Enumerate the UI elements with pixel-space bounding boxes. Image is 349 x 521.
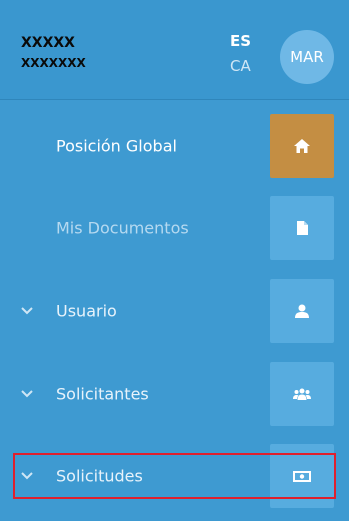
- menu-item-label: Usuario: [56, 301, 117, 321]
- menu-item-posicion-global[interactable]: Posición Global: [0, 111, 349, 181]
- chevron-down-icon: [20, 304, 34, 318]
- money-icon: [293, 470, 311, 482]
- home-icon: [294, 139, 310, 153]
- menu-item-label: Solicitantes: [56, 384, 149, 404]
- applicants-button[interactable]: [270, 362, 334, 426]
- document-icon: [296, 221, 308, 235]
- chevron-down-icon: [20, 469, 34, 483]
- sidebar-menu: Posición Global Mis Documentos Usuario S…: [0, 100, 349, 521]
- requests-button[interactable]: [270, 444, 334, 508]
- avatar[interactable]: MAR: [280, 30, 334, 84]
- chevron-down-icon: [20, 387, 34, 401]
- users-icon: [293, 388, 311, 400]
- user-name-secondary: XXXXXXX: [21, 56, 86, 70]
- menu-item-mis-documentos[interactable]: Mis Documentos: [0, 193, 349, 263]
- menu-item-usuario[interactable]: Usuario: [0, 276, 349, 346]
- documents-button[interactable]: [270, 196, 334, 260]
- user-button[interactable]: [270, 279, 334, 343]
- language-ca-option[interactable]: CA: [230, 57, 251, 75]
- language-es-option[interactable]: ES: [230, 32, 251, 50]
- menu-item-label: Posición Global: [56, 136, 177, 156]
- menu-item-label: Mis Documentos: [56, 218, 189, 238]
- home-button[interactable]: [270, 114, 334, 178]
- menu-item-solicitudes[interactable]: Solicitudes: [0, 441, 349, 511]
- user-icon: [295, 304, 309, 318]
- menu-item-label: Solicitudes: [56, 466, 143, 486]
- menu-item-solicitantes[interactable]: Solicitantes: [0, 359, 349, 429]
- sidebar-header: XXXXX XXXXXXX ES CA MAR: [0, 0, 349, 100]
- user-name: XXXXX: [21, 35, 75, 51]
